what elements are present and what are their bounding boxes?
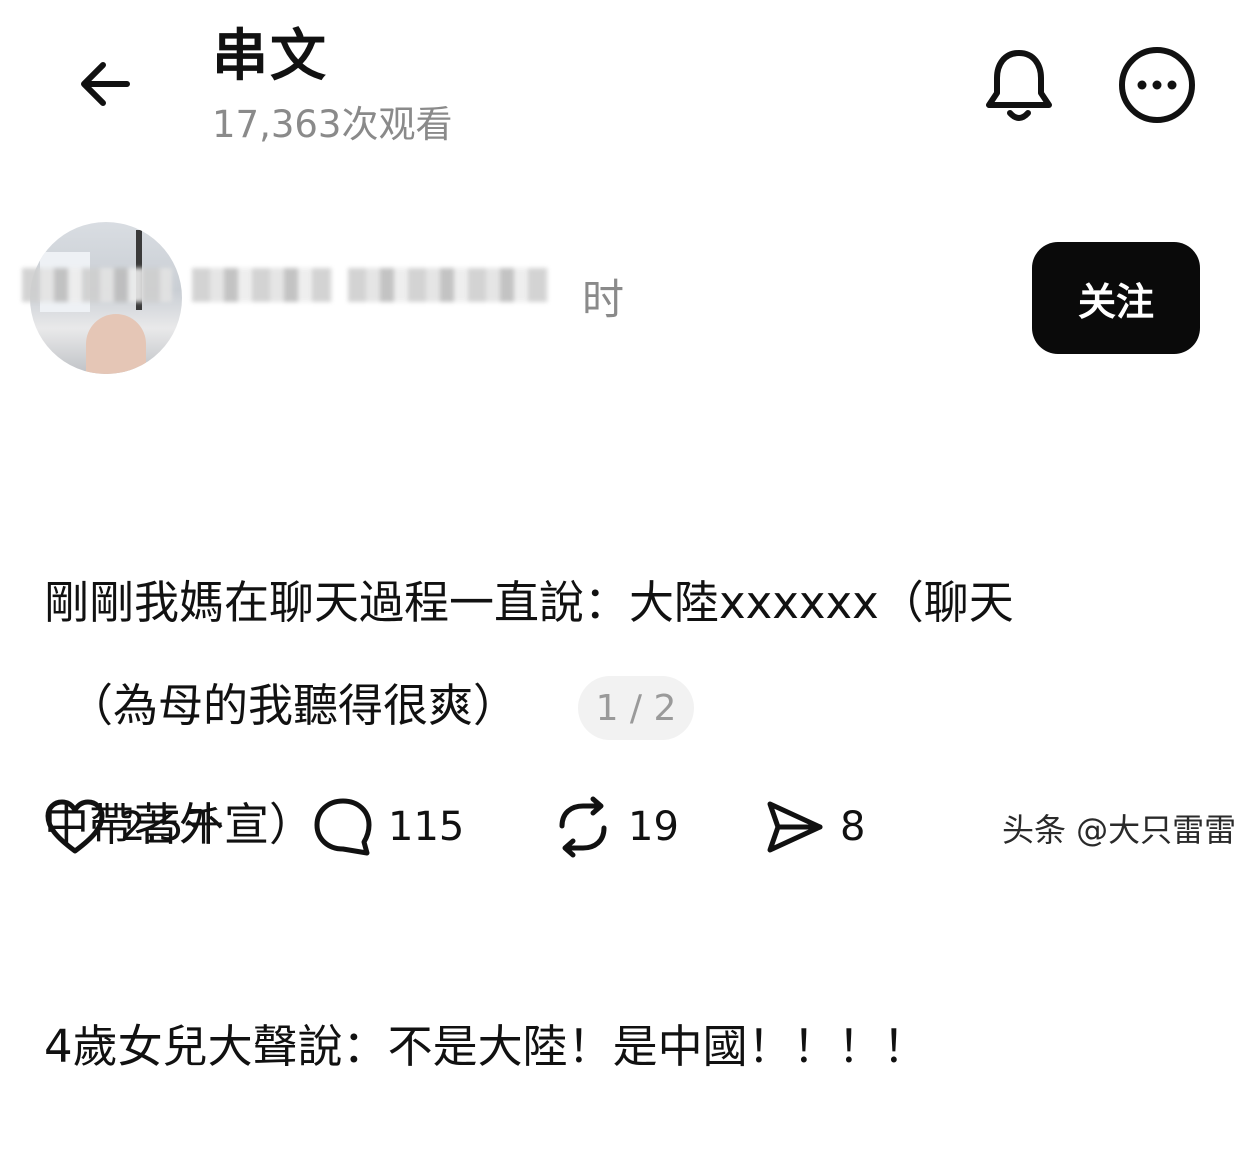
page-indicator: 1 / 2 [578,676,694,740]
repost-count: 19 [628,804,679,850]
more-button[interactable] [1116,44,1198,126]
page-title: 串文 [212,24,328,89]
like-count: 2.5千 [120,804,224,850]
post-content: 剛剛我媽在聊天過程一直說：大陸xxxxxx（聊天 中帶著外宣） 4歲女兒大聲說：… [44,418,1194,1158]
post-time: 时 [582,275,625,324]
arrow-left-icon [81,62,130,106]
repost-button[interactable]: 19 [552,796,679,858]
repost-icon [559,796,607,858]
follow-button[interactable]: 关注 [1032,242,1200,354]
back-button[interactable] [70,52,140,116]
share-button[interactable]: 8 [764,796,865,858]
bell-icon [986,50,1052,121]
post-line: 剛剛我媽在聊天過程一直說：大陸xxxxxx（聊天 [44,576,1014,629]
blur-segment [22,268,172,302]
comment-button[interactable]: 115 [312,796,464,858]
watermark: 头条 @大只雷雷 [1002,811,1237,849]
notification-button[interactable] [980,44,1058,126]
comment-icon [314,798,372,856]
post-note: （為母的我聽得很爽） [68,679,519,732]
blur-segment [192,268,332,302]
blur-segment [348,268,548,302]
share-count: 8 [840,804,866,850]
heart-icon [45,799,105,854]
send-icon [767,801,823,853]
view-count: 17,363次观看 [212,103,453,146]
blurred-username [22,240,584,330]
more-horizontal-icon [1119,47,1195,123]
post-line: 4歲女兒大聲說：不是大陸！是中國！！！！ [44,1020,928,1073]
like-button[interactable]: 2.5千 [44,796,224,858]
comment-count: 115 [388,804,465,850]
